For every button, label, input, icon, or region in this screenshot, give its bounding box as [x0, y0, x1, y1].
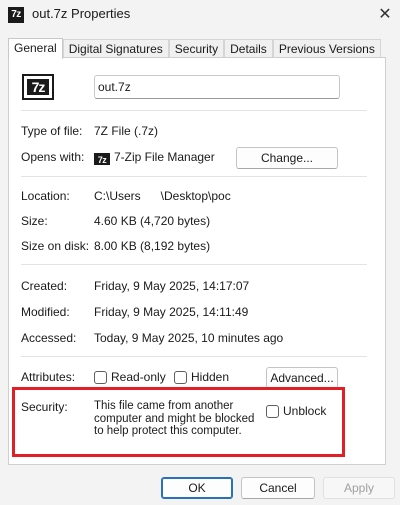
7zip-file-icon: 7z	[8, 7, 24, 23]
divider	[21, 356, 367, 357]
size-value: 4.60 KB (4,720 bytes)	[94, 214, 211, 228]
tab-general[interactable]: General	[8, 38, 63, 59]
7zip-app-icon: 7z	[94, 153, 110, 165]
divider	[21, 110, 367, 111]
opens-with-value: 7z 7-Zip File Manager	[94, 150, 215, 165]
close-button[interactable]: ✕	[370, 0, 400, 30]
highlight-box	[12, 387, 345, 457]
modified-value: Friday, 9 May 2025, 14:11:49	[94, 305, 249, 319]
read-only-checkbox[interactable]: Read-only	[94, 370, 166, 384]
advanced-button[interactable]: Advanced...	[266, 367, 338, 389]
file-icon-text: 7z	[27, 79, 49, 95]
cancel-button[interactable]: Cancel	[241, 477, 315, 499]
tab-details[interactable]: Details	[224, 39, 273, 59]
opens-with-app-name: 7-Zip File Manager	[114, 150, 215, 164]
divider	[21, 176, 367, 177]
ok-button[interactable]: OK	[161, 477, 233, 499]
opens-with-label: Opens with:	[21, 150, 85, 164]
hidden-label: Hidden	[191, 370, 230, 384]
change-button[interactable]: Change...	[236, 147, 338, 169]
tab-security[interactable]: Security	[168, 39, 225, 59]
divider	[21, 264, 367, 265]
7zip-file-icon: 7z	[22, 74, 54, 100]
tab-previous-versions[interactable]: Previous Versions	[272, 39, 381, 59]
size-on-disk-value: 8.00 KB (8,192 bytes)	[94, 239, 211, 253]
hidden-checkbox[interactable]: Hidden	[174, 370, 229, 384]
attributes-label: Attributes:	[21, 370, 76, 384]
window-title: out.7z Properties	[32, 6, 131, 21]
tab-strip: General Digital Signatures Security Deta…	[8, 38, 381, 59]
accessed-label: Accessed:	[21, 331, 77, 345]
checkbox-box[interactable]	[174, 370, 187, 384]
tab-digital-signatures[interactable]: Digital Signatures	[62, 39, 169, 59]
type-value: 7Z File (.7z)	[94, 124, 159, 138]
size-label: Size:	[21, 214, 48, 228]
type-label: Type of file:	[21, 124, 83, 138]
location-value: C:\Users \Desktop\poc	[94, 189, 231, 203]
created-value: Friday, 9 May 2025, 14:17:07	[94, 279, 250, 293]
title-bar: 7z out.7z Properties ✕	[0, 0, 400, 30]
file-name-input[interactable]	[94, 75, 340, 99]
apply-button[interactable]: Apply	[323, 477, 395, 499]
read-only-label: Read-only	[111, 370, 166, 384]
created-label: Created:	[21, 279, 68, 293]
location-label: Location:	[21, 189, 70, 203]
modified-label: Modified:	[21, 305, 70, 319]
accessed-value: Today, 9 May 2025, 10 minutes ago	[94, 331, 284, 345]
size-on-disk-label: Size on disk:	[21, 239, 90, 253]
checkbox-box[interactable]	[94, 370, 107, 384]
